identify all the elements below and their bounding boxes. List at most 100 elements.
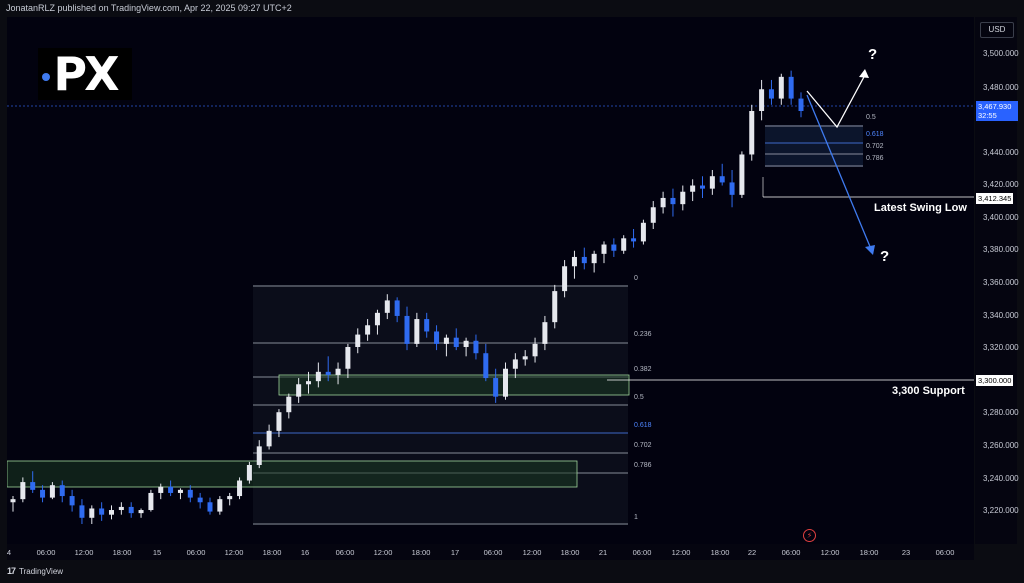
lightning-bolt-icon[interactable]: ⚡ (803, 529, 816, 542)
candle-bullish[interactable] (256, 446, 262, 465)
candle-bearish[interactable] (581, 256, 587, 264)
price-tick: 3,280.000 (983, 408, 1019, 417)
fib-lower-label-0786: 0.786 (634, 462, 652, 469)
candle-bearish[interactable] (631, 238, 637, 242)
candle-bullish[interactable] (306, 381, 311, 385)
candle-bullish[interactable] (10, 499, 16, 503)
candle-bullish[interactable] (640, 222, 646, 242)
candle-bullish[interactable] (601, 244, 607, 254)
candle-bearish[interactable] (483, 353, 489, 379)
candle-bullish[interactable] (571, 256, 577, 267)
candle-bullish[interactable] (148, 492, 154, 511)
candle-bullish[interactable] (355, 334, 361, 347)
time-tick: 22 (747, 548, 757, 557)
candle-bullish[interactable] (237, 480, 243, 497)
tradingview-logo[interactable]: 17 TradingView (7, 566, 63, 576)
candle-bullish[interactable] (660, 197, 666, 208)
candle-bullish[interactable] (217, 499, 223, 512)
candle-bullish[interactable] (463, 340, 469, 347)
candle-bearish[interactable] (99, 508, 105, 515)
candle-bullish[interactable] (158, 486, 164, 493)
candle-bullish[interactable] (709, 176, 715, 189)
candle-bearish[interactable] (168, 486, 174, 493)
candle-bullish[interactable] (266, 430, 272, 447)
candle-bullish[interactable] (552, 291, 558, 323)
candle-bearish[interactable] (197, 497, 203, 503)
candle-bearish[interactable] (187, 489, 193, 498)
price-tick: 3,400.000 (983, 213, 1019, 222)
time-tick: 16 (300, 548, 310, 557)
candle-bearish[interactable] (424, 319, 430, 332)
candle-bullish[interactable] (246, 465, 252, 481)
candle-bearish[interactable] (394, 300, 400, 316)
candle-bearish[interactable] (798, 98, 804, 111)
candle-bearish[interactable] (719, 176, 725, 183)
demand-zone-lower[interactable] (7, 460, 578, 488)
currency-button[interactable]: USD (980, 22, 1014, 38)
candlestick-chart[interactable] (7, 17, 974, 544)
candle-bullish[interactable] (118, 506, 124, 511)
candle-bearish[interactable] (729, 182, 735, 195)
candle-bullish[interactable] (365, 325, 371, 335)
candle-bullish[interactable] (650, 207, 656, 223)
candle-bullish[interactable] (286, 396, 292, 413)
candle-bearish[interactable] (404, 315, 410, 344)
time-tick: 18:00 (560, 548, 580, 557)
candle-bearish[interactable] (473, 340, 479, 354)
price-tick: 3,480.000 (983, 83, 1019, 92)
candle-bullish[interactable] (778, 76, 784, 99)
candle-bullish[interactable] (680, 191, 686, 205)
candle-bullish[interactable] (621, 238, 627, 251)
candle-bullish[interactable] (227, 496, 233, 500)
candle-bullish[interactable] (739, 154, 745, 195)
candle-bearish[interactable] (69, 496, 75, 506)
candle-bearish[interactable] (700, 185, 705, 189)
candle-bearish[interactable] (79, 505, 85, 518)
candle-bullish[interactable] (374, 312, 380, 326)
candle-bullish[interactable] (315, 371, 321, 382)
candle-bullish[interactable] (335, 368, 341, 375)
candle-bullish[interactable] (49, 485, 55, 498)
candle-bearish[interactable] (128, 506, 134, 514)
candle-bearish[interactable] (670, 197, 676, 205)
candle-bullish[interactable] (414, 319, 420, 344)
candle-bearish[interactable] (325, 371, 331, 375)
candle-bullish[interactable] (512, 359, 518, 369)
fib-retracement-lower[interactable] (253, 285, 628, 525)
candle-bullish[interactable] (690, 185, 696, 192)
fib-retracement-upper[interactable] (765, 125, 863, 167)
candle-bearish[interactable] (453, 337, 459, 347)
candle-bullish[interactable] (522, 356, 528, 360)
candle-bullish[interactable] (532, 343, 538, 357)
candle-bullish[interactable] (542, 322, 548, 344)
candle-bearish[interactable] (788, 76, 794, 99)
candle-bullish[interactable] (20, 482, 26, 500)
candle-bullish[interactable] (503, 368, 508, 397)
candle-bullish[interactable] (443, 337, 449, 344)
candle-bullish[interactable] (138, 510, 144, 514)
candle-bullish[interactable] (109, 510, 114, 515)
fib-lower-label-0236: 0.236 (634, 331, 652, 338)
candle-bearish[interactable] (59, 485, 65, 497)
time-tick: 06:00 (335, 548, 355, 557)
candle-bullish[interactable] (384, 300, 390, 313)
demand-zone-support[interactable] (278, 374, 630, 396)
candle-bullish[interactable] (759, 89, 765, 111)
candle-bullish[interactable] (749, 111, 755, 155)
candle-bullish[interactable] (177, 489, 183, 493)
candle-bearish[interactable] (434, 331, 440, 344)
candle-bullish[interactable] (591, 253, 597, 264)
candle-bullish[interactable] (276, 412, 282, 431)
candle-bearish[interactable] (207, 502, 213, 512)
candle-bullish[interactable] (296, 384, 302, 397)
candle-bearish[interactable] (611, 244, 617, 251)
candle-bearish[interactable] (493, 378, 499, 397)
candle-bearish[interactable] (30, 482, 36, 490)
candle-bearish[interactable] (40, 489, 46, 498)
candle-bullish[interactable] (345, 347, 351, 369)
candle-bullish[interactable] (562, 266, 568, 292)
fib-lower-label-0: 0 (634, 275, 638, 282)
chart-plot-area[interactable] (7, 17, 974, 544)
candle-bullish[interactable] (89, 508, 95, 518)
candle-bearish[interactable] (768, 89, 774, 99)
